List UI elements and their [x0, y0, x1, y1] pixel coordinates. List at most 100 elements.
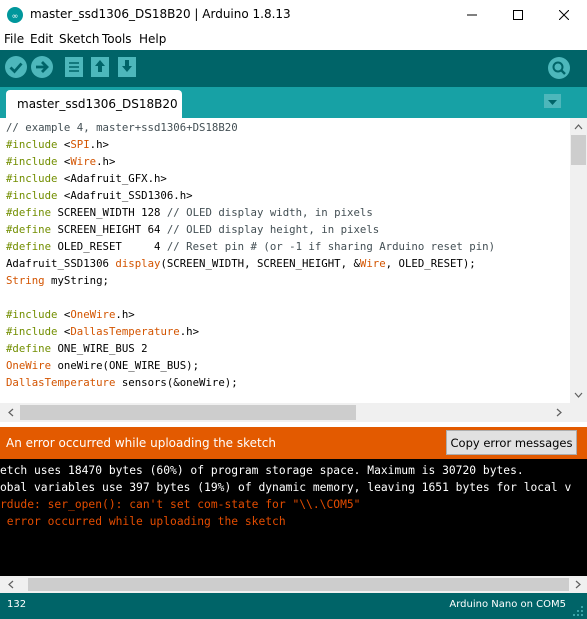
code-token: (SCREEN_WIDTH, SCREEN_HEIGHT, &: [160, 257, 360, 270]
serial-monitor-button[interactable]: [547, 56, 571, 80]
code-token: SCREEN_WIDTH 128: [51, 206, 167, 219]
code-token: #define: [6, 223, 52, 236]
code-token: OneWire: [70, 308, 116, 321]
scroll-left-icon: [8, 580, 14, 589]
code-token: .h>: [179, 325, 200, 338]
code-token: #define: [6, 240, 52, 253]
copy-error-messages-button[interactable]: Copy error messages: [446, 430, 577, 455]
code-token: .h>: [89, 138, 109, 151]
arduino-logo-icon: ∞: [7, 7, 23, 23]
line-number: 132: [7, 599, 27, 610]
code-token: <: [57, 308, 71, 321]
code-token: #include: [6, 172, 58, 185]
code-editor[interactable]: // example 4, master+ssd1306+DS18B20 #inc…: [0, 118, 570, 403]
maximize-icon: [513, 10, 523, 20]
code-token: display: [115, 257, 161, 270]
horizontal-scroll-thumb[interactable]: [20, 405, 356, 420]
close-icon: [559, 10, 569, 20]
minimize-button[interactable]: [449, 0, 495, 30]
code-token: DallasTemperature: [70, 325, 180, 338]
upload-arrow-icon: [31, 56, 53, 78]
error-message: An error occurred while uploading the sk…: [6, 436, 276, 450]
code-token: <Adafruit_SSD1306.h>: [57, 189, 193, 202]
scroll-down-icon: [574, 392, 583, 398]
editor-vertical-scrollbar[interactable]: [570, 118, 587, 403]
code-token: <: [57, 155, 71, 168]
code-token: #include: [6, 138, 58, 151]
verify-button[interactable]: [4, 55, 28, 79]
new-button[interactable]: [64, 56, 84, 78]
open-button[interactable]: [90, 56, 110, 78]
code-line: #define ONE_WIRE_BUS 2: [6, 340, 148, 357]
footer-status-bar: 132 Arduino Nano on COM5: [0, 593, 587, 619]
code-line: #define SCREEN_WIDTH 128 // OLED display…: [6, 204, 373, 221]
code-token: // example 4, master+ssd1306+DS18B20: [6, 121, 238, 134]
menu-file[interactable]: File: [4, 32, 24, 46]
scroll-up-icon: [574, 124, 583, 130]
code-token: #include: [6, 308, 58, 321]
tab-bar: master_ssd1306_DS18B20: [0, 87, 587, 118]
window-title: master_ssd1306_DS18B20 | Arduino 1.8.13: [30, 7, 291, 21]
code-token: SCREEN_HEIGHT 64: [51, 223, 167, 236]
code-token: #include: [6, 325, 58, 338]
toolbar: [0, 50, 587, 87]
board-port: Arduino Nano on COM5: [449, 599, 566, 610]
code-line: OneWire oneWire(ONE_WIRE_BUS);: [6, 357, 199, 374]
minimize-icon: [467, 14, 477, 16]
menu-help[interactable]: Help: [139, 32, 166, 46]
code-line: String myString;: [6, 272, 109, 289]
code-token: #include: [6, 155, 58, 168]
code-token: #define: [6, 206, 52, 219]
console-scroll-thumb[interactable]: [28, 578, 569, 591]
verify-icon: [5, 56, 27, 78]
console-line: rdude: ser_open(): can't set com-state f…: [0, 498, 361, 511]
code-token: oneWire(ONE_WIRE_BUS);: [51, 359, 200, 372]
menu-bar: File Edit Sketch Tools Help: [0, 30, 587, 50]
code-token: OLED_RESET 4: [51, 240, 167, 253]
code-token: // OLED display width, in pixels: [166, 206, 373, 219]
code-line: DallasTemperature sensors(&oneWire);: [6, 374, 238, 391]
save-icon: [118, 57, 136, 77]
code-line: Adafruit_SSD1306 display(SCREEN_WIDTH, S…: [6, 255, 476, 272]
console-line: error occurred while uploading the sketc…: [0, 515, 286, 528]
code-token: // OLED display height, in pixels: [166, 223, 380, 236]
chevron-down-icon: [548, 100, 557, 105]
code-line: // example 4, master+ssd1306+DS18B20: [6, 119, 238, 136]
code-token: Adafruit_SSD1306: [6, 257, 116, 270]
code-line: #include <Wire.h>: [6, 153, 115, 170]
maximize-button[interactable]: [495, 0, 541, 30]
code-token: .h>: [96, 155, 116, 168]
code-token: .h>: [115, 308, 135, 321]
code-line: #define SCREEN_HEIGHT 64 // OLED display…: [6, 221, 379, 238]
console-horizontal-scrollbar[interactable]: [0, 576, 587, 593]
scroll-right-icon: [556, 408, 562, 417]
tab-sketch[interactable]: master_ssd1306_DS18B20: [6, 90, 182, 118]
code-token: sensors(&oneWire);: [115, 376, 238, 389]
code-line: #include <Adafruit_GFX.h>: [6, 170, 167, 187]
code-line: #define OLED_RESET 4 // Reset pin # (or …: [6, 238, 495, 255]
svg-text:∞: ∞: [12, 12, 19, 21]
code-token: Wire: [359, 257, 386, 270]
editor-horizontal-scrollbar[interactable]: [0, 403, 587, 422]
code-token: String: [6, 274, 45, 287]
menu-sketch[interactable]: Sketch: [59, 32, 99, 46]
code-token: <Adafruit_GFX.h>: [57, 172, 167, 185]
code-token: <: [57, 138, 71, 151]
menu-edit[interactable]: Edit: [30, 32, 53, 46]
resize-grip-icon[interactable]: [572, 605, 584, 617]
vertical-scroll-thumb[interactable]: [571, 135, 586, 165]
code-line: #include <Adafruit_SSD1306.h>: [6, 187, 193, 204]
new-file-icon: [65, 57, 83, 77]
close-button[interactable]: [541, 0, 587, 30]
code-token: myString;: [44, 274, 109, 287]
output-console[interactable]: etch uses 18470 bytes (60%) of program s…: [0, 459, 587, 576]
scroll-right-icon: [575, 580, 581, 589]
upload-button[interactable]: [30, 55, 54, 79]
code-token: #include: [6, 189, 58, 202]
code-token: , OLED_RESET);: [385, 257, 476, 270]
tab-menu-button[interactable]: [544, 94, 561, 108]
save-button[interactable]: [117, 56, 137, 78]
code-line: #include <SPI.h>: [6, 136, 109, 153]
console-line: obal variables use 397 bytes (19%) of dy…: [0, 481, 572, 494]
menu-tools[interactable]: Tools: [102, 32, 132, 46]
